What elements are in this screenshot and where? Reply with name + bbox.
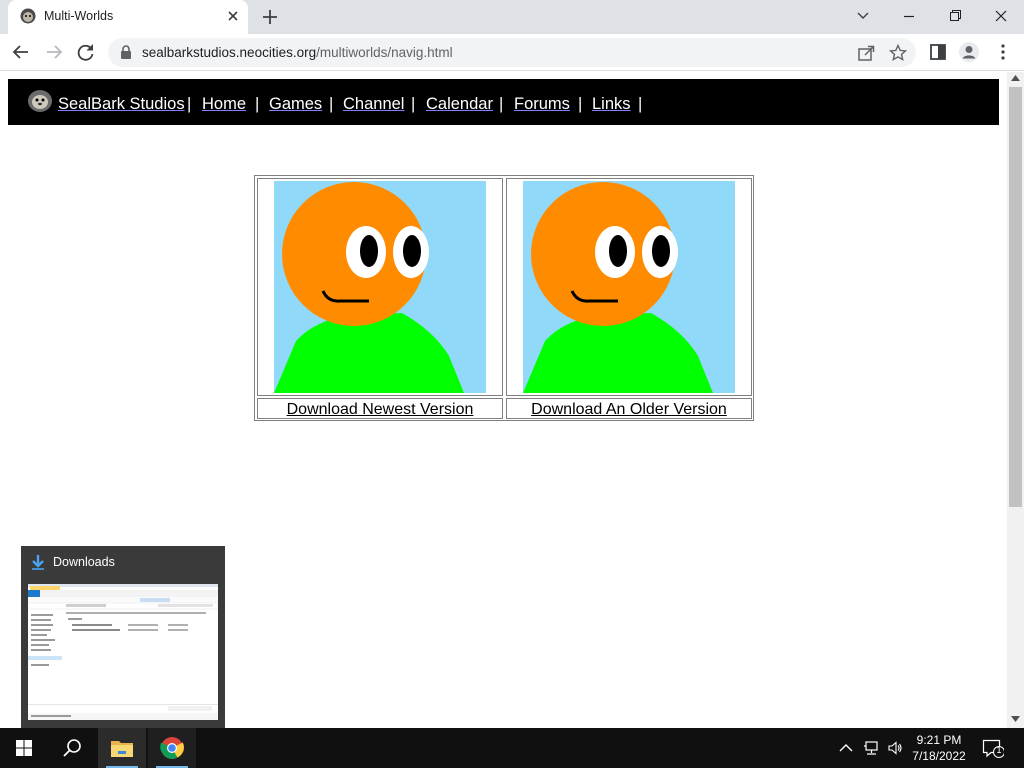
character-portrait-image bbox=[523, 181, 735, 393]
nav-separator: | bbox=[187, 95, 192, 113]
plus-icon[interactable] bbox=[259, 6, 281, 28]
address-bar[interactable]: sealbarkstudios.neocities.org/multiworld… bbox=[108, 38, 916, 67]
windows-taskbar: 9:21 PM 7/18/2022 1 bbox=[0, 728, 1024, 768]
lock-icon[interactable] bbox=[120, 45, 132, 59]
nav-separator: | bbox=[499, 95, 504, 113]
reload-icon[interactable] bbox=[73, 40, 99, 64]
older-version-image-cell bbox=[506, 178, 752, 396]
download-table: Download Newest Version Download An Olde… bbox=[254, 175, 754, 421]
scroll-down-arrow-icon[interactable] bbox=[1011, 716, 1020, 722]
chevron-up-icon[interactable] bbox=[838, 740, 854, 756]
minimize-icon[interactable] bbox=[896, 4, 922, 28]
file-explorer-icon bbox=[111, 741, 133, 757]
nav-item-games[interactable]: Games bbox=[269, 95, 322, 114]
search-icon bbox=[63, 739, 81, 757]
nav-item-home[interactable]: Home bbox=[202, 95, 246, 114]
scroll-up-arrow-icon[interactable] bbox=[1011, 75, 1020, 81]
download-older-link[interactable]: Download An Older Version bbox=[507, 401, 751, 419]
taskbar-thumbnail-popup[interactable]: Downloads bbox=[21, 546, 225, 728]
thumbnail-title: Downloads bbox=[53, 555, 115, 569]
clock-time: 9:21 PM bbox=[916, 733, 962, 747]
nav-item-channel[interactable]: Channel bbox=[343, 95, 404, 114]
site-nav-bar: SealBark Studios | Home | Games | Channe… bbox=[8, 79, 999, 125]
taskbar-clock[interactable]: 9:21 PM 7/18/2022 bbox=[900, 732, 978, 764]
chevron-down-icon[interactable] bbox=[850, 4, 876, 28]
share-icon[interactable] bbox=[856, 43, 876, 63]
favicon-seal-icon bbox=[20, 8, 36, 24]
explorer-preview-image bbox=[28, 584, 218, 720]
newest-version-image-cell bbox=[257, 178, 503, 396]
star-icon[interactable] bbox=[888, 43, 908, 63]
nav-item-forums[interactable]: Forums bbox=[514, 95, 570, 114]
taskbar-search-button[interactable] bbox=[48, 728, 96, 768]
browser-toolbar: sealbarkstudios.neocities.org/multiworld… bbox=[0, 34, 1024, 71]
close-icon[interactable] bbox=[988, 4, 1014, 28]
kebab-menu-icon[interactable] bbox=[990, 40, 1016, 64]
forward-icon[interactable] bbox=[41, 40, 67, 64]
start-button[interactable] bbox=[0, 728, 48, 768]
taskbar-chrome[interactable] bbox=[148, 728, 196, 768]
url-text[interactable]: sealbarkstudios.neocities.org/multiworld… bbox=[142, 45, 453, 60]
download-newest-link[interactable]: Download Newest Version bbox=[258, 401, 502, 419]
chrome-icon bbox=[160, 737, 184, 759]
sealbark-logo-icon[interactable] bbox=[27, 89, 53, 113]
url-host: sealbarkstudios.neocities.org bbox=[142, 45, 317, 60]
nav-separator: | bbox=[329, 95, 334, 113]
maximize-icon[interactable] bbox=[942, 4, 968, 28]
profile-icon[interactable] bbox=[956, 40, 982, 64]
scroll-thumb[interactable] bbox=[1009, 87, 1022, 507]
action-center-button[interactable]: 1 bbox=[982, 738, 1005, 758]
browser-tab[interactable]: Multi-Worlds bbox=[8, 0, 248, 34]
clock-date: 7/18/2022 bbox=[912, 749, 966, 763]
url-path: /multiworlds/navig.html bbox=[316, 45, 453, 60]
back-icon[interactable] bbox=[8, 40, 34, 64]
nav-separator: | bbox=[255, 95, 260, 113]
older-version-link-cell: Download An Older Version bbox=[506, 398, 752, 419]
nav-item-calendar[interactable]: Calendar bbox=[426, 95, 493, 114]
browser-tabstrip: Multi-Worlds bbox=[0, 0, 1024, 34]
explorer-window-preview bbox=[28, 584, 218, 720]
tab-title: Multi-Worlds bbox=[44, 9, 114, 23]
download-icon bbox=[32, 555, 44, 570]
newest-version-link-cell: Download Newest Version bbox=[257, 398, 503, 419]
network-icon[interactable] bbox=[863, 740, 879, 756]
nav-item-links[interactable]: Links bbox=[592, 95, 631, 114]
taskbar-file-explorer[interactable] bbox=[98, 728, 146, 768]
notification-count: 1 bbox=[996, 745, 1002, 755]
nav-separator: | bbox=[578, 95, 583, 113]
nav-separator: | bbox=[411, 95, 416, 113]
windows-start-icon bbox=[16, 740, 32, 756]
page-scrollbar[interactable] bbox=[1007, 72, 1024, 728]
nav-brand-link[interactable]: SealBark Studios bbox=[58, 95, 185, 114]
side-panel-icon[interactable] bbox=[925, 40, 951, 64]
close-icon[interactable] bbox=[224, 7, 242, 25]
character-portrait-image bbox=[274, 181, 486, 393]
nav-separator: | bbox=[638, 95, 643, 113]
